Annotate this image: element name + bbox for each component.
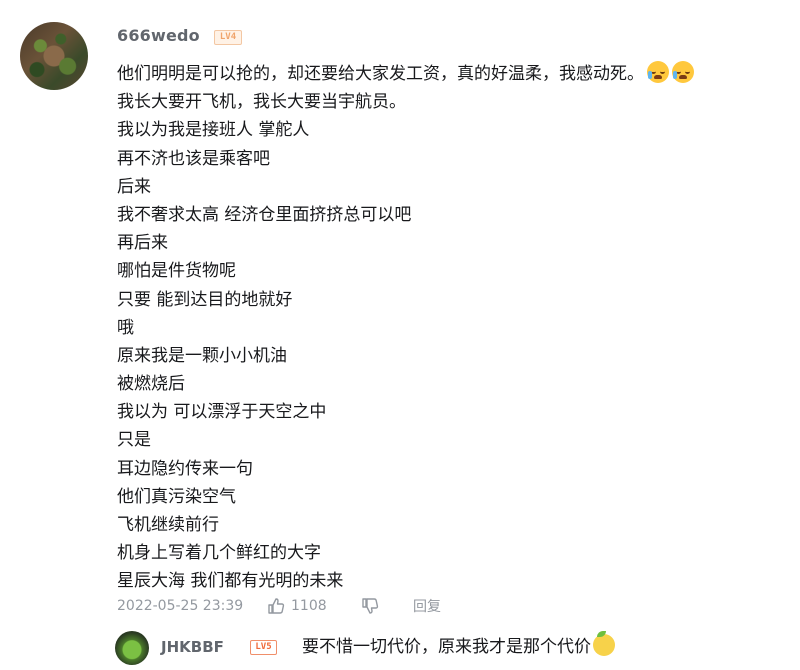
reply-level-badge: LV5 xyxy=(250,640,277,655)
comment-line: 只要 能到达目的地就好 xyxy=(117,289,293,310)
comment-line: 星辰大海 我们都有光明的未来 xyxy=(117,571,344,592)
comment-line: 再后来 xyxy=(117,233,168,254)
comment-line: 哪怕是件货物呢 xyxy=(117,261,236,282)
comment-line: 飞机继续前行 xyxy=(117,515,219,535)
thumbs-up-icon[interactable] xyxy=(267,597,285,615)
comment-line: 耳边隐约传来一句 xyxy=(117,458,253,479)
comment-timestamp: 2022-05-25 23:39 xyxy=(117,598,244,614)
comment-line: 只是 xyxy=(117,430,151,451)
reply-content: 要不惜一切代价，原来我才是那个代价 xyxy=(302,631,615,660)
comment-line: 我以为 可以漂浮于天空之中 xyxy=(117,402,327,423)
like-count: 1108 xyxy=(291,598,327,614)
comment-line: 再不济也该是乘客吧 xyxy=(117,148,270,169)
crying-laugh-emoji-icon xyxy=(672,61,694,83)
comment-line: 我不奢求太高 经济仓里面挤挤总可以吧 xyxy=(117,204,412,225)
commenter-avatar[interactable] xyxy=(20,22,88,90)
comment-line: 机身上写着几个鲜红的大字 xyxy=(117,543,321,564)
comment-body: 他们明明是可以抢的，却还要给大家发工资，真的好温柔，我感动死。 我长大要开飞机，… xyxy=(117,60,694,596)
reply-avatar[interactable] xyxy=(115,631,149,665)
leaf-emoji-icon xyxy=(593,631,615,656)
thumbs-down-icon[interactable] xyxy=(361,597,379,615)
crying-laugh-emoji-icon xyxy=(647,61,669,83)
comment-line: 我长大要开飞机，我长大要当宇航员。 xyxy=(117,92,406,113)
comment-meta: 2022-05-25 23:39 1108 回复 xyxy=(117,595,441,617)
comment-line: 他们真污染空气 xyxy=(117,486,236,507)
reply-text: 要不惜一切代价，原来我才是那个代价 xyxy=(302,637,591,657)
comment-line: 我以为我是接班人 掌舵人 xyxy=(117,120,310,141)
comment-line: 后来 xyxy=(117,176,151,197)
comment-level-badge: LV4 xyxy=(214,30,242,45)
comment-line: 哦 xyxy=(117,317,134,338)
comment-username[interactable]: 666wedo xyxy=(117,26,200,45)
comment-line: 被燃烧后 xyxy=(117,374,185,395)
comment-line: 原来我是一颗小小机油 xyxy=(117,345,287,366)
reply-username[interactable]: JHKBBF xyxy=(161,638,224,656)
reply-button[interactable]: 回复 xyxy=(413,596,441,616)
comment-line: 他们明明是可以抢的，却还要给大家发工资，真的好温柔，我感动死。 xyxy=(117,60,694,88)
